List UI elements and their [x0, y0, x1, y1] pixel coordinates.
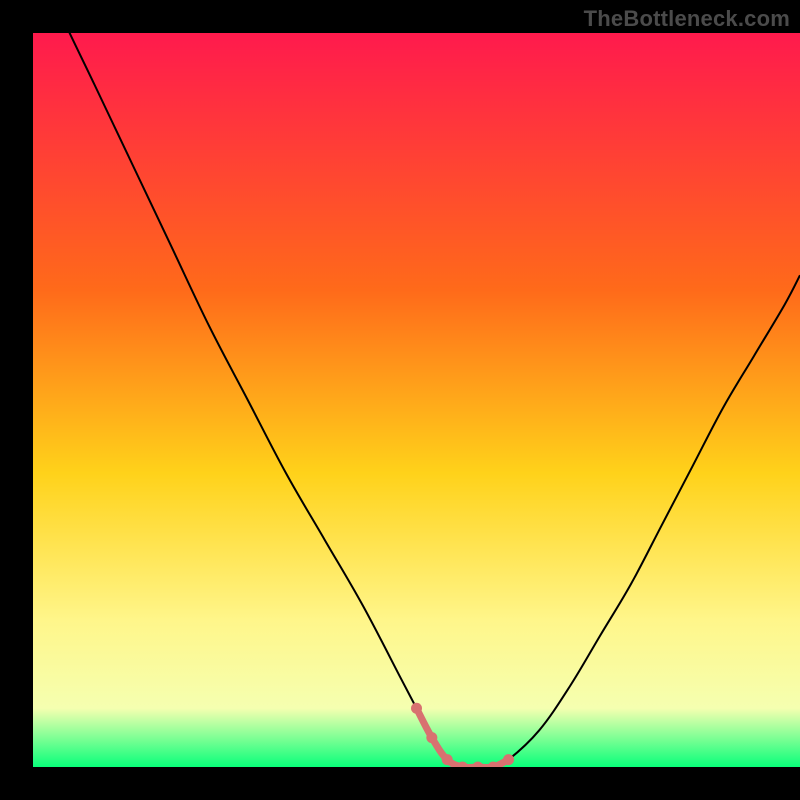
gradient-background — [33, 33, 800, 767]
basin-dot — [503, 754, 514, 765]
basin-dot — [426, 732, 437, 743]
chart-frame: TheBottleneck.com — [0, 0, 800, 800]
bottleneck-chart-svg — [33, 33, 800, 767]
basin-dot — [411, 703, 422, 714]
plot-area — [33, 33, 800, 767]
watermark-text: TheBottleneck.com — [584, 6, 790, 32]
basin-dot — [442, 754, 453, 765]
